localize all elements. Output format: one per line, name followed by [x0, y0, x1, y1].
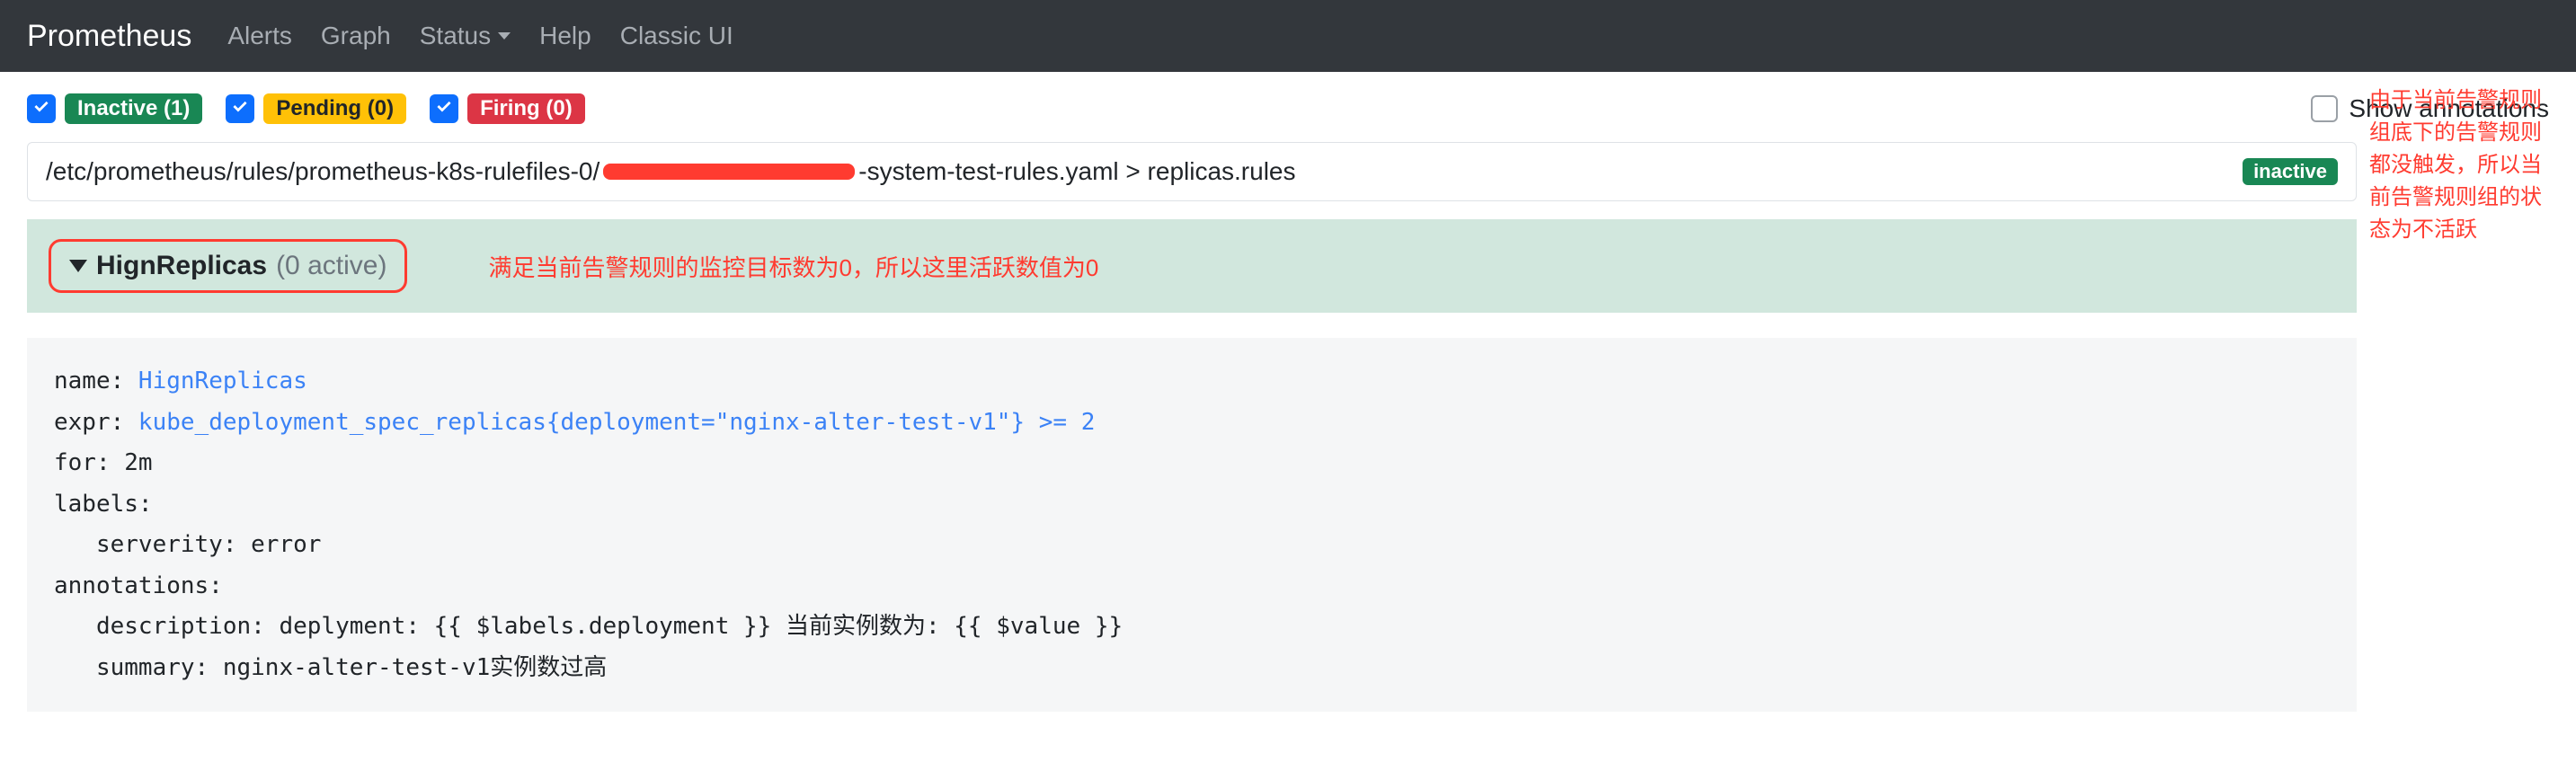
side-annotation: 由于当前告警规则组底下的告警规则都没触发，所以当前告警规则组的状态为不活跃 — [2369, 84, 2549, 246]
main-row: /etc/prometheus/rules/prometheus-k8s-rul… — [27, 142, 2549, 712]
rule-definition: name: HignReplicas expr: kube_deployment… — [27, 338, 2357, 712]
redacted-segment — [603, 164, 855, 180]
checkbox-inactive[interactable] — [27, 94, 56, 123]
filter-pending: Pending (0) — [226, 93, 406, 124]
rule-file-prefix: /etc/prometheus/rules/prometheus-k8s-rul… — [46, 157, 600, 186]
rule-name: HignReplicas — [96, 251, 267, 281]
rule-active-count: (0 active) — [276, 251, 386, 281]
nav-graph[interactable]: Graph — [321, 22, 391, 50]
pill-firing[interactable]: Firing (0) — [467, 93, 585, 124]
pill-inactive[interactable]: Inactive (1) — [65, 93, 202, 124]
code-line-annotations: annotations: — [54, 572, 223, 599]
caret-down-icon — [498, 32, 511, 40]
code-line-description: description: deplyment: {{ $labels.deplo… — [54, 613, 1123, 640]
nav-status-label: Status — [420, 22, 491, 50]
checkbox-pending[interactable] — [226, 94, 254, 123]
rule-file-status-badge: inactive — [2243, 158, 2338, 185]
rule-header-annotation: 满足当前告警规则的监控目标数为0，所以这里活跃数值为0 — [488, 250, 1098, 283]
nav-status[interactable]: Status — [420, 22, 511, 50]
nav-alerts[interactable]: Alerts — [227, 22, 292, 50]
chevron-down-icon — [69, 260, 87, 272]
code-line-severity: serverity: error — [54, 531, 321, 558]
code-line-summary: summary: nginx-alter-test-v1实例数过高 — [54, 654, 607, 681]
navbar: Prometheus Alerts Graph Status Help Clas… — [0, 0, 2576, 72]
rule-file-path: /etc/prometheus/rules/prometheus-k8s-rul… — [46, 157, 1296, 186]
code-line-labels: labels: — [54, 491, 153, 518]
rule-header: HignReplicas (0 active) 满足当前告警规则的监控目标数为0… — [27, 219, 2357, 313]
content: Inactive (1) Pending (0) Firing (0) Show… — [0, 72, 2576, 733]
filter-firing: Firing (0) — [430, 93, 585, 124]
filter-row: Inactive (1) Pending (0) Firing (0) Show… — [27, 93, 2549, 124]
checkbox-firing[interactable] — [430, 94, 458, 123]
code-line-name-key: name: — [54, 368, 138, 394]
check-icon — [434, 99, 454, 119]
brand-logo[interactable]: Prometheus — [27, 19, 191, 54]
code-line-name-val: HignReplicas — [138, 368, 307, 394]
checkbox-show-annotations[interactable] — [2311, 95, 2338, 122]
pill-pending[interactable]: Pending (0) — [263, 93, 406, 124]
code-line-expr-key: expr: — [54, 409, 138, 436]
rule-toggle[interactable]: HignReplicas (0 active) — [49, 239, 407, 293]
nav-help[interactable]: Help — [539, 22, 591, 50]
rule-file-suffix: -system-test-rules.yaml > replicas.rules — [858, 157, 1295, 186]
filter-inactive: Inactive (1) — [27, 93, 202, 124]
rule-file-bar[interactable]: /etc/prometheus/rules/prometheus-k8s-rul… — [27, 142, 2357, 201]
check-icon — [230, 99, 250, 119]
main-col: /etc/prometheus/rules/prometheus-k8s-rul… — [27, 142, 2357, 712]
nav-classic-ui[interactable]: Classic UI — [620, 22, 733, 50]
check-icon — [31, 99, 51, 119]
code-line-for: for: 2m — [54, 449, 153, 476]
code-line-expr-val: kube_deployment_spec_replicas{deployment… — [138, 409, 1095, 436]
